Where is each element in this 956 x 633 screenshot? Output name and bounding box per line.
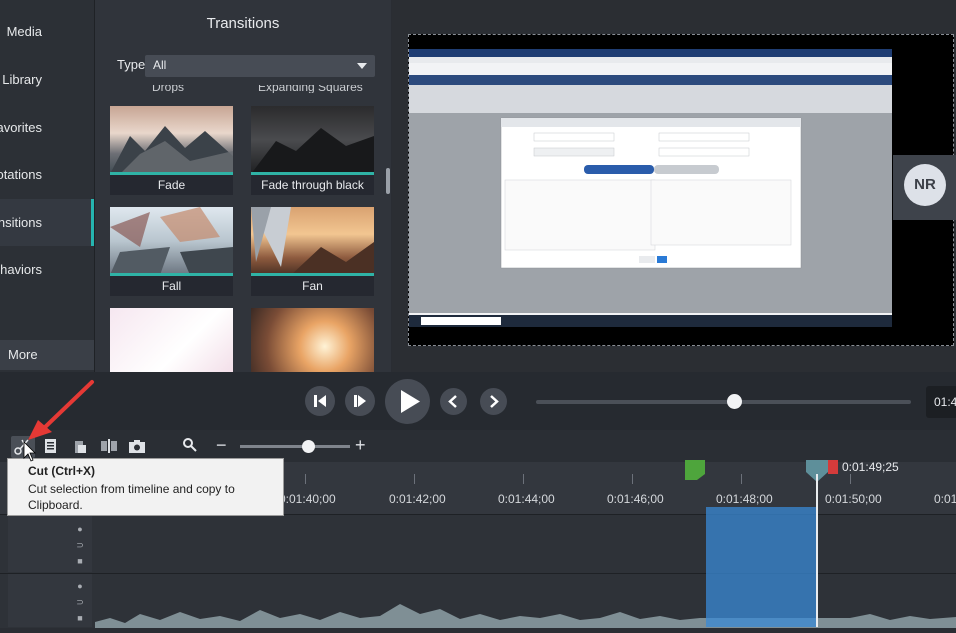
chevron-left-icon bbox=[448, 395, 457, 408]
partial-tile-label: Expanding Squares bbox=[258, 85, 363, 93]
fan-image bbox=[251, 207, 374, 275]
nav-item-library[interactable]: Library bbox=[0, 56, 94, 103]
chevron-right-icon bbox=[490, 395, 499, 408]
zoom-icon bbox=[182, 437, 198, 457]
transition-thumbnail-fade[interactable] bbox=[110, 106, 233, 174]
annotation-arrow-icon bbox=[23, 380, 94, 462]
type-label: Type bbox=[117, 57, 146, 72]
snapshot-button[interactable] bbox=[128, 438, 146, 458]
panel-title: Transitions bbox=[206, 15, 280, 32]
playhead-handle[interactable] bbox=[806, 460, 840, 482]
tick-label: 0:01:48;00 bbox=[716, 492, 773, 506]
playback-scrubber[interactable] bbox=[536, 400, 911, 404]
step-back-button[interactable] bbox=[305, 386, 335, 416]
tick-label: 0:01:40;00 bbox=[279, 492, 336, 506]
nav-item-label: Annotations bbox=[0, 167, 42, 182]
nav-item-label: Favorites bbox=[0, 120, 42, 135]
nav-item-favorites[interactable]: Favorites bbox=[0, 104, 94, 151]
nav-item-annotations[interactable]: Annotations bbox=[0, 151, 94, 198]
nav-item-media[interactable]: Media bbox=[0, 8, 94, 55]
ruler-tick bbox=[632, 474, 633, 484]
video-preview[interactable] bbox=[408, 34, 954, 346]
screen-recording-image bbox=[409, 49, 892, 327]
ruler-tick bbox=[741, 474, 742, 484]
eye-icon[interactable]: ● bbox=[74, 580, 86, 592]
mountain-image bbox=[110, 126, 233, 174]
time-display: 01:4 bbox=[926, 386, 956, 418]
tooltip-body: Cut selection from timeline and copy to … bbox=[28, 482, 235, 512]
camera-icon bbox=[129, 440, 145, 453]
lock-icon[interactable]: ⊃ bbox=[74, 596, 86, 608]
panel-scrollbar[interactable] bbox=[386, 168, 390, 194]
transition-thumbnail-fade-through-black[interactable] bbox=[251, 106, 374, 174]
step-back-icon bbox=[314, 395, 326, 407]
play-button[interactable] bbox=[385, 379, 430, 424]
shards-image bbox=[110, 207, 233, 275]
time-text: 01:4 bbox=[934, 395, 956, 409]
mute-icon[interactable]: ■ bbox=[74, 555, 86, 567]
zoom-in-button[interactable]: + bbox=[355, 435, 366, 456]
tick-label: 0:01:50;00 bbox=[825, 492, 882, 506]
avatar: NR bbox=[904, 164, 946, 206]
ruler-tick bbox=[523, 474, 524, 484]
ruler-tick bbox=[414, 474, 415, 484]
mountain-image bbox=[251, 128, 374, 174]
transition-thumbnail-fall[interactable] bbox=[110, 207, 233, 275]
mute-icon[interactable]: ■ bbox=[74, 612, 86, 624]
type-dropdown-value: All bbox=[153, 58, 167, 72]
step-forward-icon bbox=[354, 395, 366, 407]
transition-label-fade-through-black: Fade through black bbox=[251, 175, 374, 195]
more-button[interactable]: More bbox=[0, 340, 94, 370]
transition-label-fall: Fall bbox=[110, 276, 233, 296]
magnifier-icon bbox=[183, 438, 197, 452]
nav-item-label: Media bbox=[6, 24, 42, 39]
tick-label: 0:01:44;00 bbox=[498, 492, 555, 506]
next-marker-button[interactable] bbox=[480, 388, 507, 415]
play-icon bbox=[401, 390, 420, 413]
step-forward-button[interactable] bbox=[345, 386, 375, 416]
nav-item-label: Library bbox=[2, 72, 42, 87]
track-header-2: ● ⊃ ■ bbox=[8, 574, 92, 627]
track-header-1: ● ⊃ ■ bbox=[8, 515, 92, 572]
playhead-time: 0:01:49;25 bbox=[842, 460, 899, 474]
ruler-tick bbox=[305, 474, 306, 484]
lock-icon[interactable]: ⊃ bbox=[74, 539, 86, 551]
playhead-line[interactable] bbox=[816, 474, 818, 627]
scrubber-handle[interactable] bbox=[727, 394, 742, 409]
left-nav: Media Library Favorites Annotations Tran… bbox=[0, 0, 95, 372]
nav-item-label: Transitions bbox=[0, 215, 42, 230]
previous-marker-button[interactable] bbox=[440, 388, 467, 415]
type-dropdown[interactable]: All bbox=[145, 55, 375, 77]
tick-label: 0:01:42;00 bbox=[389, 492, 446, 506]
selection-in-marker[interactable] bbox=[683, 460, 707, 480]
nav-item-behaviors[interactable]: Behaviors bbox=[0, 246, 94, 293]
zoom-out-button[interactable]: − bbox=[216, 435, 227, 456]
ruler-tick bbox=[850, 474, 851, 484]
transition-thumbnail-fan[interactable] bbox=[251, 207, 374, 275]
transition-label-fade: Fade bbox=[110, 175, 233, 195]
timeline-selection[interactable] bbox=[706, 507, 816, 627]
nav-item-transitions[interactable]: Transitions bbox=[0, 199, 94, 246]
partial-tile-label: Drops bbox=[152, 85, 185, 93]
transition-thumbnail-partial[interactable] bbox=[251, 308, 374, 372]
tick-label: 0:01 bbox=[934, 492, 956, 506]
zoom-slider[interactable] bbox=[240, 445, 350, 448]
transition-thumbnail-partial[interactable] bbox=[110, 308, 233, 372]
chevron-down-icon bbox=[357, 63, 367, 69]
nav-item-label: Behaviors bbox=[0, 262, 42, 277]
transition-label-fan: Fan bbox=[251, 276, 374, 296]
zoom-slider-handle[interactable] bbox=[302, 440, 315, 453]
tick-label: 0:01:46;00 bbox=[607, 492, 664, 506]
eye-icon[interactable]: ● bbox=[74, 523, 86, 535]
transitions-panel: Transitions Type All Drops Expanding Squ… bbox=[95, 0, 391, 372]
more-label: More bbox=[8, 347, 38, 362]
